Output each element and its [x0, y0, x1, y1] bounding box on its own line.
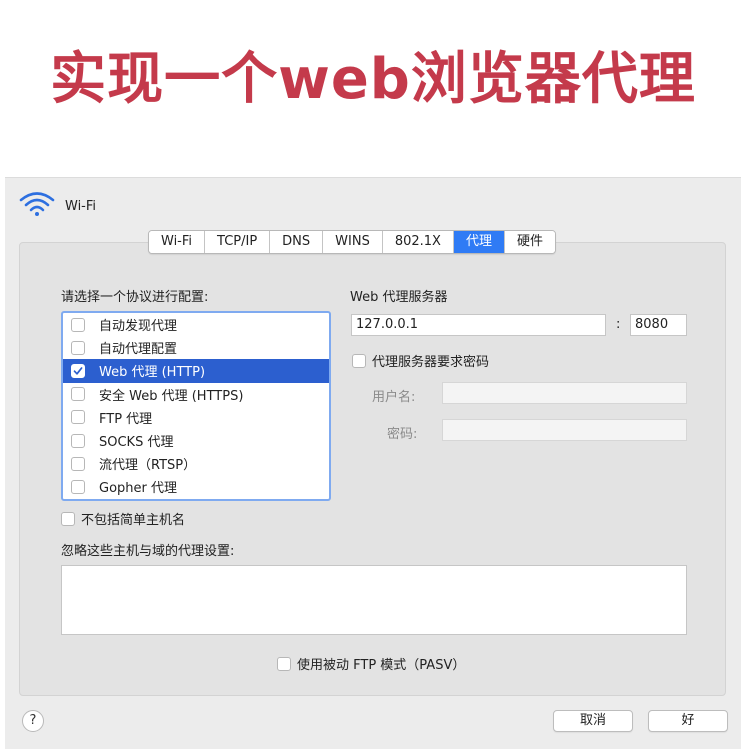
network-settings-window: Wi-Fi Wi-Fi TCP/IP DNS WINS 802.1X 代理 硬件… [5, 177, 741, 749]
password-label: 密码: [387, 427, 418, 442]
tab-8021x[interactable]: 802.1X [382, 231, 454, 253]
username-label: 用户名: [372, 390, 416, 405]
window-title: Wi-Fi [65, 198, 97, 214]
banner-title: 实现一个web浏览器代理 [50, 47, 696, 112]
bypass-heading: 忽略这些主机与域的代理设置: [61, 544, 235, 559]
protocol-item-ftp[interactable]: FTP 代理 [63, 406, 329, 429]
protocol-item-socks[interactable]: SOCKS 代理 [63, 429, 329, 452]
requires-password-label: 代理服务器要求密码 [372, 355, 490, 370]
exclude-simple-hostnames-row[interactable]: 不包括简单主机名 [61, 509, 185, 528]
wifi-icon [19, 191, 55, 221]
tab-bar: Wi-Fi TCP/IP DNS WINS 802.1X 代理 硬件 [148, 230, 556, 254]
tab-dns[interactable]: DNS [270, 231, 324, 253]
protocol-checkbox[interactable] [71, 363, 85, 378]
password-input[interactable] [442, 419, 687, 441]
host-port-separator: : [616, 317, 621, 332]
tab-wins[interactable]: WINS [323, 231, 383, 253]
help-button[interactable]: ? [22, 710, 44, 732]
tab-proxies[interactable]: 代理 [453, 231, 505, 253]
exclude-simple-hostnames-label: 不包括简单主机名 [81, 513, 186, 528]
passive-ftp-row[interactable]: 使用被动 FTP 模式（PASV） [277, 654, 465, 673]
protocol-label: 流代理（RTSP） [99, 458, 197, 474]
ok-button[interactable]: 好 [648, 710, 728, 732]
requires-password-row[interactable]: 代理服务器要求密码 [352, 351, 489, 370]
requires-password-checkbox[interactable] [352, 353, 366, 368]
protocol-label: Gopher 代理 [99, 481, 177, 497]
protocol-item-web-http[interactable]: Web 代理 (HTTP) [63, 359, 329, 383]
protocol-list[interactable]: 自动发现代理 自动代理配置 Web 代理 (HTTP) 安全 Web 代理 (H… [61, 311, 331, 501]
protocol-checkbox[interactable] [71, 387, 85, 402]
protocol-label: Web 代理 (HTTP) [99, 365, 206, 381]
tab-hardware[interactable]: 硬件 [504, 231, 555, 253]
bypass-hosts-textarea[interactable] [61, 565, 687, 635]
passive-ftp-checkbox[interactable] [277, 656, 291, 671]
protocol-label: 自动代理配置 [99, 342, 178, 358]
window-header: Wi-Fi [19, 191, 97, 221]
protocol-item-auto-discovery[interactable]: 自动发现代理 [63, 313, 329, 336]
proxy-host-input[interactable]: 127.0.0.1 [351, 314, 606, 336]
protocol-label: 自动发现代理 [99, 319, 178, 335]
proxy-port-input[interactable]: 8080 [630, 314, 687, 336]
protocol-checkbox[interactable] [71, 479, 85, 494]
protocol-item-secure-web-https[interactable]: 安全 Web 代理 (HTTPS) [63, 383, 329, 406]
protocol-checkbox[interactable] [71, 340, 85, 355]
protocol-label: FTP 代理 [99, 411, 153, 427]
protocol-label: 安全 Web 代理 (HTTPS) [99, 388, 244, 404]
protocol-checkbox[interactable] [71, 456, 85, 471]
protocol-checkbox[interactable] [71, 410, 85, 425]
exclude-simple-hostnames-checkbox[interactable] [61, 511, 75, 526]
passive-ftp-label: 使用被动 FTP 模式（PASV） [297, 658, 466, 673]
protocol-item-streaming-rtsp[interactable]: 流代理（RTSP） [63, 452, 329, 475]
protocol-item-gopher[interactable]: Gopher 代理 [63, 475, 329, 498]
protocol-checkbox[interactable] [71, 433, 85, 448]
protocol-label: SOCKS 代理 [99, 435, 174, 451]
tab-wifi[interactable]: Wi-Fi [149, 231, 206, 253]
tab-tcpip[interactable]: TCP/IP [205, 231, 271, 253]
protocol-list-heading: 请选择一个协议进行配置: [61, 290, 209, 305]
proxy-server-heading: Web 代理服务器 [350, 290, 448, 305]
protocol-checkbox[interactable] [71, 317, 85, 332]
protocol-item-auto-config[interactable]: 自动代理配置 [63, 336, 329, 359]
checkmark-icon [73, 367, 83, 375]
username-input[interactable] [442, 382, 687, 404]
cancel-button[interactable]: 取消 [553, 710, 633, 732]
